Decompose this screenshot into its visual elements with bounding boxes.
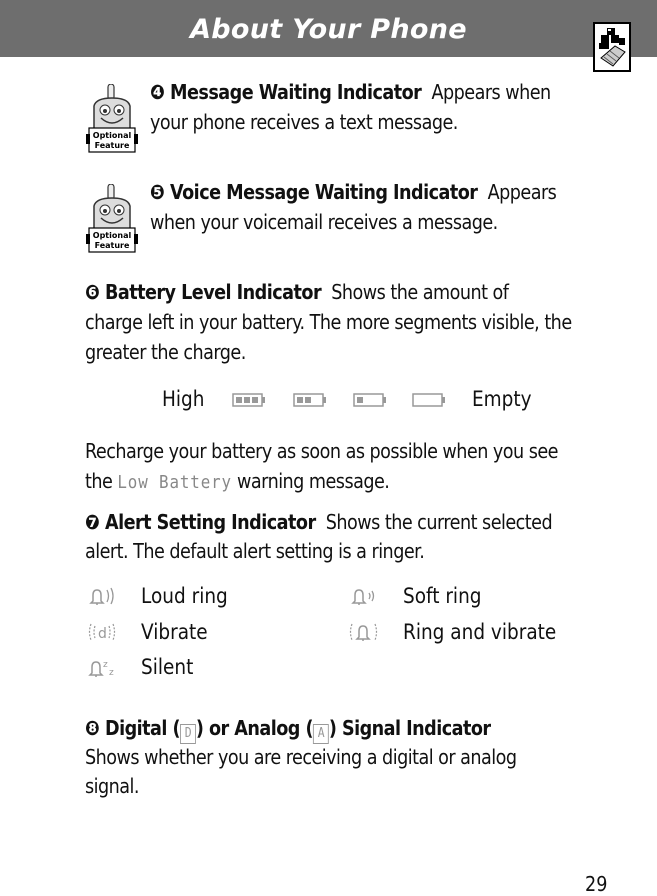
battery-one-third-icon [353,393,386,407]
voice-message-body: when your voicemail receives a message. [150,210,498,234]
recharge-text: Recharge your battery as soon as possibl… [85,439,559,463]
alert-label: Vibrate [141,620,208,644]
alert-label: Silent [141,655,194,679]
battery-segment [297,397,303,403]
loud-ring-icon [89,587,114,605]
message-waiting-heading: ❹ Message Waiting Indicator Appears when [150,80,551,104]
battery-segment [252,397,258,403]
battery-segments [236,397,258,403]
alert-label: Ring and vibrate [403,620,557,644]
digital-signal-icon: D [180,724,196,744]
message-waiting-body: your phone receives a text message. [150,110,458,134]
battery-empty-icon [412,393,445,407]
optional-feature-badge: Optional Feature [86,83,138,158]
analog-signal-icon: A [312,724,329,744]
signal-heading: ❽ Digital (D) or Analog (A) Signal Indic… [85,713,491,744]
recharge-text-line2: the Low Battery warning message. [85,469,390,493]
alert-label: Soft ring [403,584,482,608]
svg-text:z: z [103,660,108,670]
battery-segments [357,397,363,403]
optional-feature-badge: Optional Feature [86,183,138,258]
soft-ring-icon [351,589,375,605]
battery-segment [305,397,311,403]
low-battery-message: Low Battery [117,472,232,493]
page-title: About Your Phone [190,14,467,45]
svg-text:Optional: Optional [93,131,132,140]
signal-body-line2: signal. [85,774,139,798]
svg-text:d: d [98,626,107,642]
page-header: About Your Phone [0,0,657,57]
svg-text:Optional: Optional [93,231,132,240]
battery-two-thirds-icon [293,393,326,407]
battery-high-label: High [162,387,205,411]
alert-heading: ❼ Alert Setting Indicator Shows the curr… [85,510,553,534]
battery-full-icon [232,393,265,407]
alert-label: Loud ring [141,584,228,608]
svg-text:Feature: Feature [95,241,130,250]
alert-body: alert. The default alert setting is a ri… [85,539,425,563]
battery-body-line: greater the charge. [85,340,246,364]
signal-body: Shows whether you are receiving a digita… [85,745,517,769]
svg-text:Feature: Feature [95,141,130,150]
vibrate-icon: d [88,623,116,642]
page-number: 29 [585,872,608,896]
battery-segment [357,397,363,403]
battery-segment [236,397,242,403]
battery-body-line: charge left in your battery. The more se… [85,310,572,334]
battery-segment [244,397,250,403]
battery-level-scale: High Empty [0,384,657,414]
ring-and-vibrate-icon [349,623,378,641]
battery-empty-label: Empty [472,387,532,411]
voice-message-heading: ❺ Voice Message Waiting Indicator Appear… [150,180,557,204]
phone-with-blocks-icon [593,22,631,72]
silent-icon: z z [88,660,114,678]
battery-heading: ❻ Battery Level Indicator Shows the amou… [85,280,509,304]
svg-text:z: z [109,668,114,678]
